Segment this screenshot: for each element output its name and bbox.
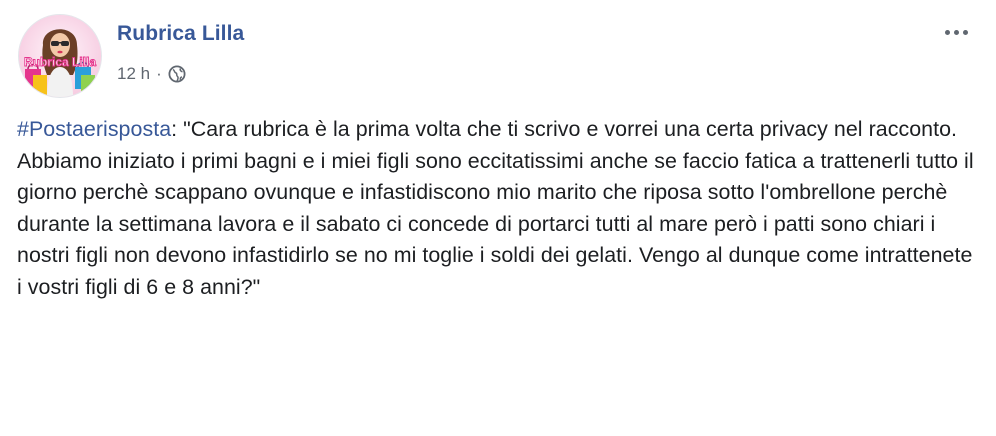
ellipsis-icon-dot: [953, 29, 959, 35]
meta-separator: ·: [156, 64, 162, 83]
post-meta: 12 h ·: [117, 64, 186, 84]
post-header: Rubrica Lilla Rubrica Lilla 12 h ·: [16, 12, 976, 102]
author-name[interactable]: Rubrica Lilla: [117, 22, 244, 46]
post-text-intro: : "Cara rubrica è la prima volta che ti …: [171, 117, 958, 141]
ellipsis-icon-dot: [962, 29, 968, 35]
more-options-button[interactable]: [936, 18, 976, 46]
avatar[interactable]: Rubrica Lilla: [18, 14, 102, 98]
facebook-post: Rubrica Lilla Rubrica Lilla 12 h · #Post: [0, 0, 996, 436]
hashtag-link[interactable]: #Postaerisposta: [17, 117, 171, 141]
post-timestamp[interactable]: 12 h: [117, 64, 150, 84]
post-text: #Postaerisposta: "Cara rubrica è la prim…: [17, 114, 977, 303]
post-paragraph-2: Abbiamo iniziato i primi bagni e i miei …: [17, 148, 974, 299]
post-paragraph-1: #Postaerisposta: "Cara rubrica è la prim…: [17, 114, 977, 146]
globe-icon[interactable]: [168, 65, 186, 83]
avatar-image: Rubrica Lilla: [19, 15, 101, 97]
avatar-logo-text: Rubrica Lilla: [24, 55, 96, 69]
ellipsis-icon-dot: [944, 29, 950, 35]
